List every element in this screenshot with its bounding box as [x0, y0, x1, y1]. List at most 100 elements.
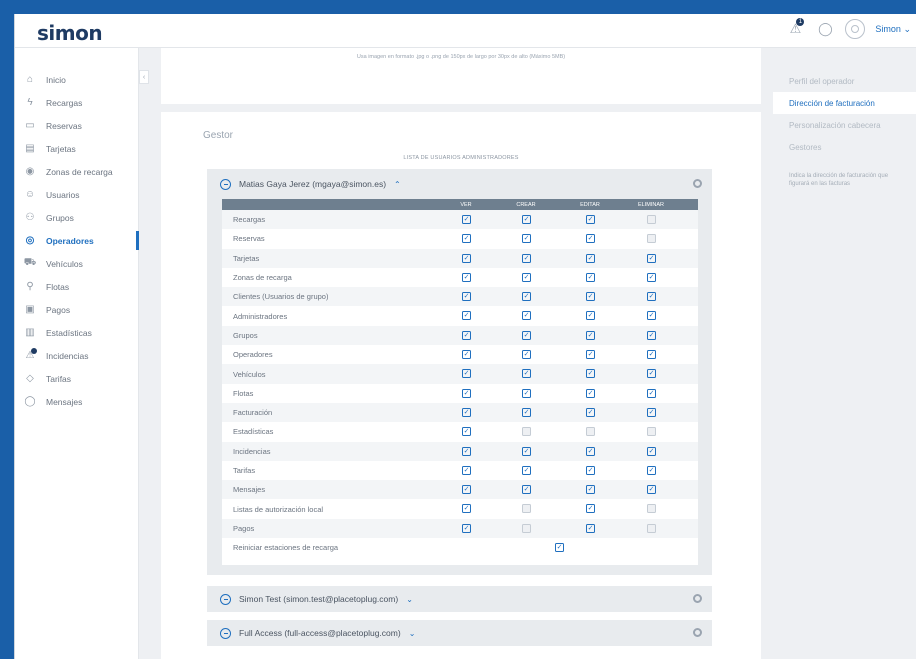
sidebar-item[interactable]: ⚲ Flotas [15, 275, 138, 298]
permission-checkbox[interactable]: ✓ [647, 350, 656, 360]
alert-icon[interactable]: ⚠ 1 [785, 18, 805, 39]
sidebar-collapse-button[interactable]: ‹ [139, 70, 149, 84]
permission-checkbox[interactable]: ✓ [462, 253, 471, 263]
permission-checkbox[interactable]: ✓ [647, 272, 656, 282]
sidebar-item[interactable]: ⛟ Vehículos [15, 252, 138, 275]
permission-checkbox[interactable]: ✓ [462, 465, 471, 475]
user-menu[interactable]: Simon ⌄ [875, 24, 911, 35]
permission-checkbox[interactable]: ✓ [462, 215, 471, 224]
permission-checkbox[interactable]: ✓ [647, 215, 656, 224]
permission-checkbox[interactable]: ✓ [647, 311, 656, 321]
settings-nav-item[interactable]: Perfil del operador [773, 70, 916, 92]
permission-checkbox[interactable]: ✓ [586, 350, 595, 360]
sidebar-item[interactable]: ◯ Mensajes [15, 390, 138, 413]
permission-checkbox[interactable]: ✓ [647, 427, 656, 437]
chevron-down-icon[interactable]: ⌄ [406, 595, 413, 604]
settings-nav-item[interactable]: Gestores [773, 136, 916, 158]
permission-checkbox[interactable]: ✓ [462, 388, 471, 398]
permission-checkbox[interactable]: ✓ [522, 234, 531, 244]
permission-checkbox[interactable]: ✓ [522, 330, 531, 340]
permission-checkbox[interactable]: ✓ [586, 369, 595, 379]
permission-checkbox[interactable]: ✓ [522, 523, 531, 533]
sidebar-item[interactable]: ◉ Zonas de recarga [15, 160, 138, 183]
permission-checkbox[interactable]: ✓ [522, 407, 531, 417]
permission-checkbox[interactable]: ✓ [586, 311, 595, 321]
sidebar-item[interactable]: ◇ Tarifas [15, 367, 138, 390]
permission-checkbox[interactable]: ✓ [522, 485, 531, 495]
permission-checkbox[interactable]: ✓ [522, 369, 531, 379]
permission-checkbox[interactable]: ✓ [462, 272, 471, 282]
chat-icon[interactable]: ◯ [815, 19, 835, 39]
sidebar-item[interactable]: ▥ Estadísticas [15, 321, 138, 344]
permission-checkbox[interactable]: ✓ [586, 485, 595, 495]
permission-checkbox[interactable]: ✓ [647, 292, 656, 302]
avatar[interactable] [845, 19, 866, 39]
settings-icon[interactable] [693, 179, 702, 188]
permission-checkbox[interactable]: ✓ [522, 292, 531, 302]
permission-checkbox[interactable]: ✓ [462, 485, 471, 495]
sidebar-item[interactable]: ▭ Reservas [15, 114, 138, 137]
permission-checkbox[interactable]: ✓ [462, 369, 471, 379]
permission-checkbox[interactable]: ✓ [647, 446, 656, 456]
permission-checkbox[interactable]: ✓ [586, 388, 595, 398]
permission-checkbox[interactable]: ✓ [586, 407, 595, 417]
permission-checkbox[interactable]: ✓ [647, 388, 656, 398]
permission-checkbox[interactable]: ✓ [462, 311, 471, 321]
sidebar-item[interactable]: ☺ Usuarios [15, 183, 138, 206]
permission-checkbox[interactable]: ✓ [555, 543, 564, 553]
settings-icon[interactable] [693, 594, 702, 603]
permission-checkbox[interactable]: ✓ [522, 253, 531, 263]
permission-checkbox[interactable]: ✓ [586, 330, 595, 340]
admin-panel-header[interactable]: Matias Gaya Jerez (mgaya@simon.es) ⌃ [207, 169, 712, 199]
permission-checkbox[interactable]: ✓ [522, 504, 531, 514]
permission-checkbox[interactable]: ✓ [586, 427, 595, 437]
permission-checkbox[interactable]: ✓ [586, 504, 595, 514]
permission-checkbox[interactable]: ✓ [522, 465, 531, 475]
permission-checkbox[interactable]: ✓ [647, 369, 656, 379]
settings-icon[interactable] [693, 628, 702, 637]
sidebar-item[interactable]: ⌂ Inicio [15, 68, 138, 91]
permission-checkbox[interactable]: ✓ [647, 485, 656, 495]
permission-checkbox[interactable]: ✓ [462, 350, 471, 360]
sidebar-item[interactable]: ⚠ Incidencias [15, 344, 138, 367]
permission-checkbox[interactable]: ✓ [522, 446, 531, 456]
simon-logo[interactable]: simon [37, 21, 103, 45]
permission-checkbox[interactable]: ✓ [586, 272, 595, 282]
permission-checkbox[interactable]: ✓ [522, 272, 531, 282]
permission-checkbox[interactable]: ✓ [586, 523, 595, 533]
permission-checkbox[interactable]: ✓ [586, 292, 595, 302]
permission-checkbox[interactable]: ✓ [522, 388, 531, 398]
permission-checkbox[interactable]: ✓ [586, 234, 595, 244]
permission-checkbox[interactable]: ✓ [647, 407, 656, 417]
chevron-up-icon[interactable]: ⌃ [394, 180, 401, 189]
permission-checkbox[interactable]: ✓ [586, 465, 595, 475]
permission-checkbox[interactable]: ✓ [647, 234, 656, 244]
chevron-down-icon[interactable]: ⌄ [409, 629, 416, 638]
permission-checkbox[interactable]: ✓ [647, 504, 656, 514]
permission-checkbox[interactable]: ✓ [522, 427, 531, 437]
permission-checkbox[interactable]: ✓ [462, 407, 471, 417]
sidebar-item[interactable]: ⚇ Grupos [15, 206, 138, 229]
permission-checkbox[interactable]: ✓ [462, 427, 471, 437]
permission-checkbox[interactable]: ✓ [647, 253, 656, 263]
permission-checkbox[interactable]: ✓ [522, 350, 531, 360]
permission-checkbox[interactable]: ✓ [647, 465, 656, 475]
permission-checkbox[interactable]: ✓ [462, 234, 471, 244]
permission-checkbox[interactable]: ✓ [522, 311, 531, 321]
permission-checkbox[interactable]: ✓ [586, 253, 595, 263]
permission-checkbox[interactable]: ✓ [647, 523, 656, 533]
permission-checkbox[interactable]: ✓ [522, 215, 531, 224]
sidebar-item[interactable]: ϟ Recargas [15, 91, 138, 114]
permission-checkbox[interactable]: ✓ [586, 446, 595, 456]
sidebar-item[interactable]: ▤ Tarjetas [15, 137, 138, 160]
sidebar-item[interactable]: ▣ Pagos [15, 298, 138, 321]
permission-checkbox[interactable]: ✓ [462, 523, 471, 533]
admin-panel-collapsed[interactable]: Simon Test (simon.test@placetoplug.com) … [207, 586, 712, 612]
settings-nav-item[interactable]: Dirección de facturación [773, 92, 916, 114]
permission-checkbox[interactable]: ✓ [647, 330, 656, 340]
sidebar-item[interactable]: ◎ Operadores [15, 229, 139, 252]
permission-checkbox[interactable]: ✓ [586, 215, 595, 224]
admin-panel-collapsed[interactable]: Full Access (full-access@placetoplug.com… [207, 620, 712, 646]
permission-checkbox[interactable]: ✓ [462, 446, 471, 456]
permission-checkbox[interactable]: ✓ [462, 504, 471, 514]
